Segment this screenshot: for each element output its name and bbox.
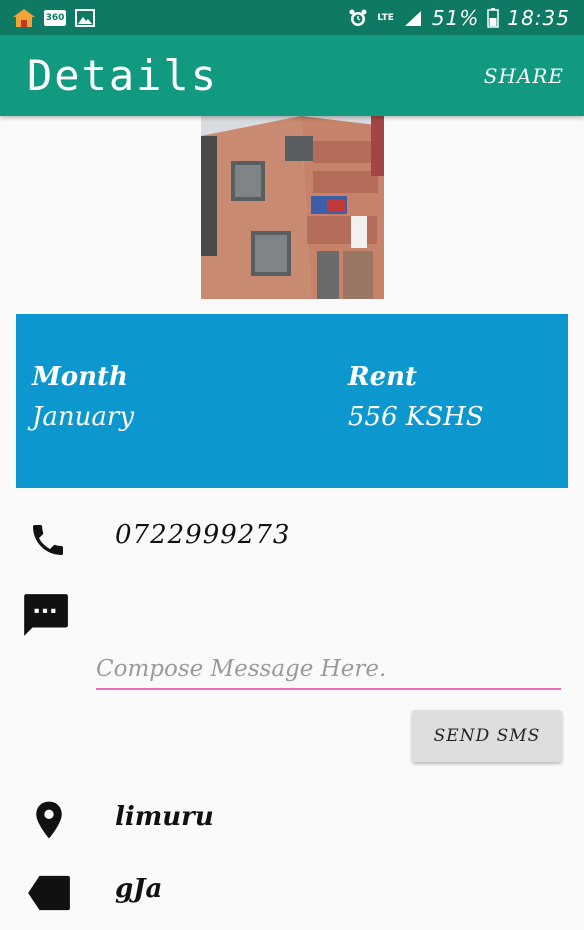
location-pin-icon xyxy=(32,800,66,840)
status-right: LTE 51% 18:35 xyxy=(347,6,570,30)
rent-value: 556 KSHS xyxy=(348,402,484,432)
property-photo[interactable] xyxy=(201,116,384,299)
compose-message-input[interactable] xyxy=(96,650,561,690)
status-bar: 360 LTE 51% 18:35 xyxy=(0,0,584,35)
app-badge-icon: 360 xyxy=(44,9,66,26)
rent-info-card: Month January Rent 556 KSHS xyxy=(16,314,568,488)
sms-icon xyxy=(20,592,70,638)
image-notification-icon xyxy=(74,8,96,27)
phone-number[interactable]: 0722999273 xyxy=(115,520,290,550)
share-button[interactable]: SHARE xyxy=(484,64,564,88)
month-section: Month January xyxy=(32,362,134,432)
month-label: Month xyxy=(32,362,128,392)
month-value: January xyxy=(32,402,135,432)
house-notification-icon xyxy=(12,8,36,28)
phone-icon[interactable] xyxy=(28,520,68,560)
network-type: LTE xyxy=(377,12,394,23)
status-left: 360 xyxy=(12,8,96,28)
building-image xyxy=(201,116,384,299)
battery-percent: 51% xyxy=(431,5,480,30)
rent-section: Rent 556 KSHS xyxy=(348,362,484,432)
battery-icon xyxy=(487,7,500,28)
rent-label: Rent xyxy=(348,362,418,392)
alarm-icon xyxy=(347,9,369,27)
label-text: gJa xyxy=(115,874,163,904)
label-tag-icon xyxy=(26,874,72,912)
app-bar: Details SHARE xyxy=(0,35,584,116)
send-sms-button[interactable]: SEND SMS xyxy=(412,710,562,762)
signal-icon xyxy=(402,9,424,27)
page-title: Details xyxy=(27,51,219,100)
location-text: limuru xyxy=(115,802,214,832)
clock: 18:35 xyxy=(507,5,570,30)
